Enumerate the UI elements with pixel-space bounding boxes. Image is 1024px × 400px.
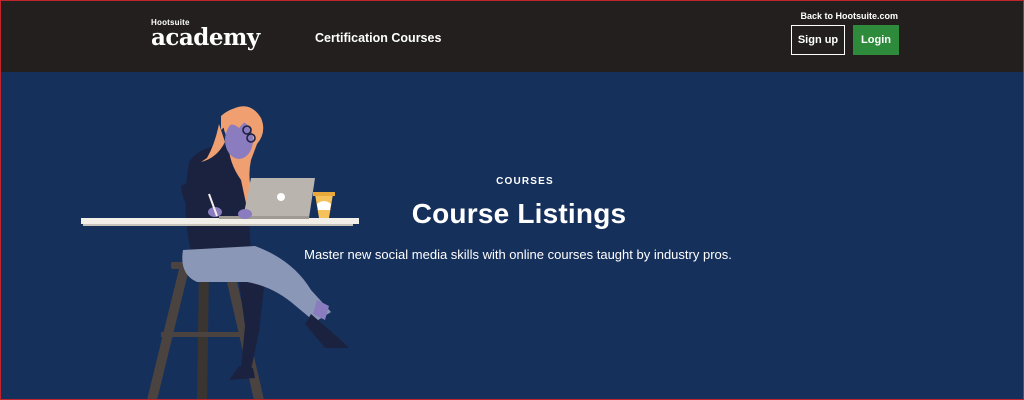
hero-banner: COURSES Course Listings Master new socia… [1,72,1023,399]
login-button[interactable]: Login [853,25,899,55]
signup-button[interactable]: Sign up [791,25,845,55]
back-to-hootsuite-link[interactable]: Back to Hootsuite.com [800,11,898,21]
top-navigation-bar: Hootsuite academy Certification Courses … [1,1,1023,72]
page-title: Course Listings [411,198,627,229]
logo-academy-text: academy [151,24,260,51]
hero-eyebrow: COURSES [496,176,554,187]
nav-certification-courses[interactable]: Certification Courses [315,31,441,45]
hero-subtitle: Master new social media skills with onli… [304,247,732,262]
page-frame: Hootsuite academy Certification Courses … [0,0,1024,400]
